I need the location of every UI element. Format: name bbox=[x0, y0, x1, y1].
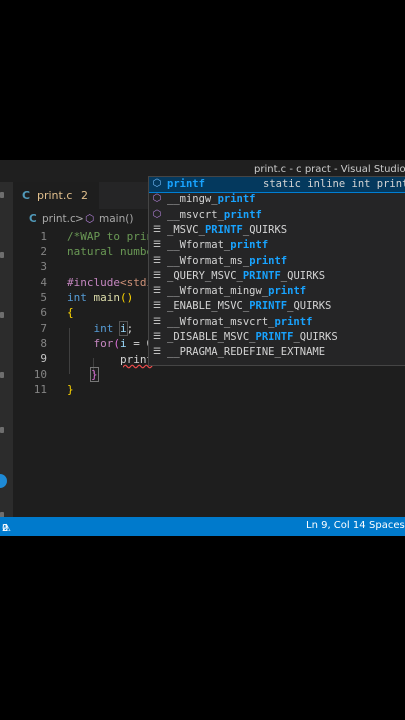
code-line-8: for(i = 0 bbox=[67, 337, 154, 350]
breadcrumb-file[interactable]: print.c bbox=[42, 213, 76, 225]
code-line-7: int i; bbox=[67, 321, 134, 336]
line-number: 1 bbox=[40, 230, 47, 243]
text-icon: ☰ bbox=[152, 301, 162, 312]
suggest-widget: ⬡ printf static inline int printf(co ⬡ __min… bbox=[148, 176, 405, 366]
cursor-position[interactable]: Ln 9, Col 14 bbox=[306, 520, 366, 531]
line-number: 2 bbox=[40, 245, 47, 258]
cube-icon: ⬡ bbox=[152, 208, 162, 220]
suggestion-label: __msvcrt_printf bbox=[167, 208, 262, 221]
line-number: 3 bbox=[40, 260, 47, 273]
variable-i: i bbox=[120, 337, 127, 350]
suggestion-label: _ENABLE_MSVC_PRINTF_QUIRKS bbox=[167, 300, 332, 313]
breadcrumb-symbol[interactable]: main() bbox=[99, 213, 133, 225]
line-number: 11 bbox=[33, 383, 47, 396]
line-number: 4 bbox=[40, 276, 47, 289]
extensions-icon[interactable] bbox=[0, 427, 4, 433]
text-icon: ☰ bbox=[152, 347, 162, 358]
suggestion-label: __Wformat_mingw_printf bbox=[167, 285, 307, 298]
search-icon[interactable] bbox=[0, 252, 4, 258]
tab-print-c[interactable]: C print.c 2 bbox=[13, 182, 99, 209]
breadcrumb-separator: > bbox=[75, 213, 84, 225]
suggestion-label: _MSVC_PRINTF_QUIRKS bbox=[167, 223, 288, 236]
suggestion-label: __mingw_printf bbox=[167, 193, 256, 206]
line-number-active: 9 bbox=[40, 352, 47, 365]
line-number: 10 bbox=[33, 368, 47, 381]
semicolon: ; bbox=[126, 322, 134, 335]
text-icon: ☰ bbox=[152, 224, 162, 235]
suggestion-item[interactable]: ☰ __PRAGMA_REDEFINE_EXTNAME bbox=[149, 345, 405, 360]
function-name: main bbox=[93, 291, 121, 304]
text-icon: ☰ bbox=[152, 316, 162, 327]
text-icon: ☰ bbox=[152, 270, 162, 281]
suggestion-label: _DISABLE_MSVC_PRINTF_QUIRKS bbox=[167, 331, 338, 343]
accounts-icon[interactable] bbox=[0, 474, 7, 488]
line-number: 8 bbox=[40, 337, 47, 350]
warning-count: 0 bbox=[2, 523, 9, 534]
explorer-icon[interactable] bbox=[0, 192, 4, 198]
source-control-icon[interactable] bbox=[0, 312, 4, 318]
keyword-for: for bbox=[93, 337, 114, 350]
text-icon: ☰ bbox=[152, 332, 162, 342]
suggestion-label: __PRAGMA_REDEFINE_EXTNAME bbox=[167, 346, 326, 359]
tab-label: print.c bbox=[37, 189, 73, 202]
status-bar: 2 ⚠ 0 Ln 9, Col 14 Spaces: 4 bbox=[0, 517, 405, 536]
text-icon: ☰ bbox=[152, 286, 162, 297]
line-number: 6 bbox=[40, 306, 47, 319]
run-debug-icon[interactable] bbox=[0, 372, 4, 378]
line-number: 5 bbox=[40, 291, 47, 304]
suggestion-item[interactable]: ⬡ __msvcrt_printf bbox=[149, 208, 405, 223]
tab-problems-badge: 2 bbox=[81, 189, 88, 202]
text-icon: ☰ bbox=[152, 240, 162, 251]
parens: () bbox=[120, 291, 134, 304]
text-icon: ☰ bbox=[152, 255, 162, 266]
line-number: 7 bbox=[40, 322, 47, 335]
suggestion-item[interactable]: ☰ _DISABLE_MSVC_PRINTF_QUIRKS bbox=[149, 330, 405, 345]
cube-icon: ⬡ bbox=[152, 178, 162, 189]
code-line-11: } bbox=[67, 383, 74, 396]
code-line-10: } bbox=[90, 367, 99, 382]
suggestion-label: printf bbox=[167, 178, 205, 190]
suggestion-item[interactable]: ☰ __Wformat_ms_printf bbox=[149, 254, 405, 269]
suggestion-label: __Wformat_msvcrt_printf bbox=[167, 315, 313, 328]
window-title: print.c - c pract - Visual Studio Code bbox=[254, 164, 405, 175]
keyword-int: int bbox=[67, 291, 87, 304]
suggestion-detail: static inline int printf(co bbox=[263, 178, 405, 190]
code-line-6: { bbox=[67, 306, 74, 319]
suggestion-item[interactable]: ☰ _ENABLE_MSVC_PRINTF_QUIRKS bbox=[149, 299, 405, 314]
code-line-9: print bbox=[67, 352, 155, 366]
include-directive: #include bbox=[67, 276, 120, 289]
cube-icon: ⬡ bbox=[152, 193, 162, 205]
keyword-int: int bbox=[93, 322, 114, 335]
variable-i: i bbox=[119, 321, 128, 336]
c-file-icon: C bbox=[22, 189, 31, 202]
suggestion-item[interactable]: ☰ _MSVC_PRINTF_QUIRKS bbox=[149, 223, 405, 238]
suggestion-item[interactable]: ⬡ printf static inline int printf(co bbox=[149, 177, 405, 194]
suggestion-item[interactable]: ☰ __Wformat_msvcrt_printf bbox=[149, 315, 405, 330]
suggestion-label: _QUERY_MSVC_PRINTF_QUIRKS bbox=[167, 269, 326, 282]
function-cube-icon: ⬡ bbox=[85, 213, 95, 225]
c-file-icon: C bbox=[29, 213, 37, 225]
suggestion-item[interactable]: ☰ __Wformat_mingw_printf bbox=[149, 284, 405, 299]
suggestion-item[interactable]: ☰ __Wformat_printf bbox=[149, 238, 405, 253]
suggestion-label: __Wformat_ms_printf bbox=[167, 254, 288, 267]
activity-bar bbox=[0, 182, 13, 518]
indentation-setting[interactable]: Spaces: 4 bbox=[369, 520, 405, 531]
suggestion-item[interactable]: ☰ _QUERY_MSVC_PRINTF_QUIRKS bbox=[149, 269, 405, 284]
code-line-5: int main() bbox=[67, 291, 133, 304]
paren-open: ( bbox=[113, 337, 120, 350]
suggestion-item[interactable]: ⬡ __mingw_printf bbox=[149, 192, 405, 207]
suggestion-label: __Wformat_printf bbox=[167, 239, 269, 252]
